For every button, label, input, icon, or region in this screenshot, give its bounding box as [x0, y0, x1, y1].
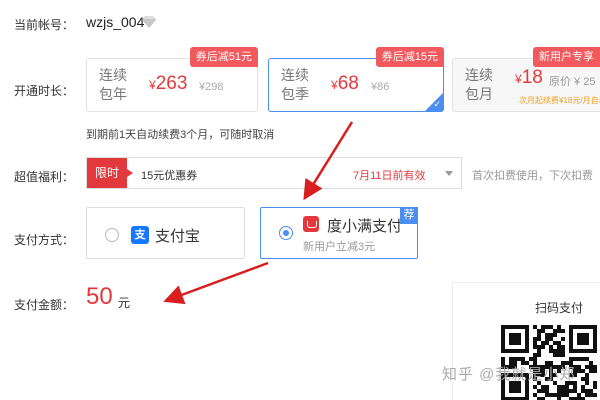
plan-name: 连续包月: [465, 67, 493, 102]
diamond-icon: [142, 16, 156, 28]
plan-original-price: 原价 ¥ 25: [549, 76, 596, 88]
payment-promo: 新用户立减3元: [303, 241, 376, 253]
plan-original-price: ¥86: [371, 81, 390, 93]
benefit-label: 超值福利：: [14, 170, 75, 184]
payment-option-duxiaoman[interactable]: 度小满支付 新用户立减3元 荐: [260, 207, 418, 259]
plan-price: ¥18: [515, 67, 543, 88]
amount-label: 支付金额：: [14, 298, 75, 312]
plan-badge: 券后减51元: [189, 47, 258, 67]
scan-pay-title: 扫码支付: [535, 301, 584, 315]
watermark: 知乎 @我就是小郑: [442, 366, 576, 383]
coupon-name: 15元优惠券: [141, 170, 198, 182]
plan-badge: 新用户专享: [533, 47, 600, 67]
duration-label: 开通时长：: [14, 84, 75, 98]
plan-badge: 券后减15元: [375, 47, 444, 67]
plan-name: 连续包季: [281, 67, 309, 102]
payment-option-alipay[interactable]: 支 支付宝: [86, 207, 245, 259]
plan-card-yearly[interactable]: 连续包年 ¥263 ¥298 券后减51元: [86, 47, 258, 112]
recommend-badge: 荐: [400, 207, 418, 224]
alipay-icon: 支: [131, 226, 149, 244]
account-label: 当前帐号：: [14, 18, 75, 32]
plan-promo-text: 次月起续费¥18元/月自动续费: [519, 96, 600, 105]
account-username: wzjs_004: [86, 14, 145, 30]
duxiaoman-icon: [303, 216, 319, 232]
radio-button-selected[interactable]: [279, 226, 293, 240]
payment-name: 支付宝: [155, 228, 201, 245]
radio-button[interactable]: [105, 228, 119, 242]
payment-label: 支付方式：: [14, 233, 75, 247]
amount-value: 50: [86, 283, 113, 310]
plan-price: ¥68: [331, 73, 359, 94]
amount-unit: 元: [118, 296, 131, 310]
auto-renew-note: 到期前1天自动续费3个月，可随时取消: [86, 129, 275, 141]
coupon-expiry: 7月11日前有效: [353, 170, 426, 182]
plan-card-monthly[interactable]: 连续包月 ¥18 原价 ¥ 25 次月起续费¥18元/月自动续费 新用户专享: [452, 47, 600, 112]
plan-original-price: ¥298: [199, 81, 224, 93]
check-mark-icon: ✓: [433, 99, 441, 109]
payment-name: 度小满支付: [327, 218, 403, 235]
plan-price: ¥263: [149, 73, 188, 94]
plan-name: 连续包年: [99, 67, 127, 102]
coupon-select[interactable]: 限时 15元优惠券 7月11日前有效: [86, 157, 462, 189]
arrow-to-amount: [163, 261, 269, 305]
limited-time-tag: 限时: [87, 158, 133, 188]
coupon-usage-note: 首次扣费使用，下次扣费: [472, 170, 593, 182]
chevron-down-icon: [445, 171, 453, 176]
plan-card-quarterly[interactable]: 连续包季 ¥68 ¥86 券后减15元 ✓: [268, 47, 444, 112]
